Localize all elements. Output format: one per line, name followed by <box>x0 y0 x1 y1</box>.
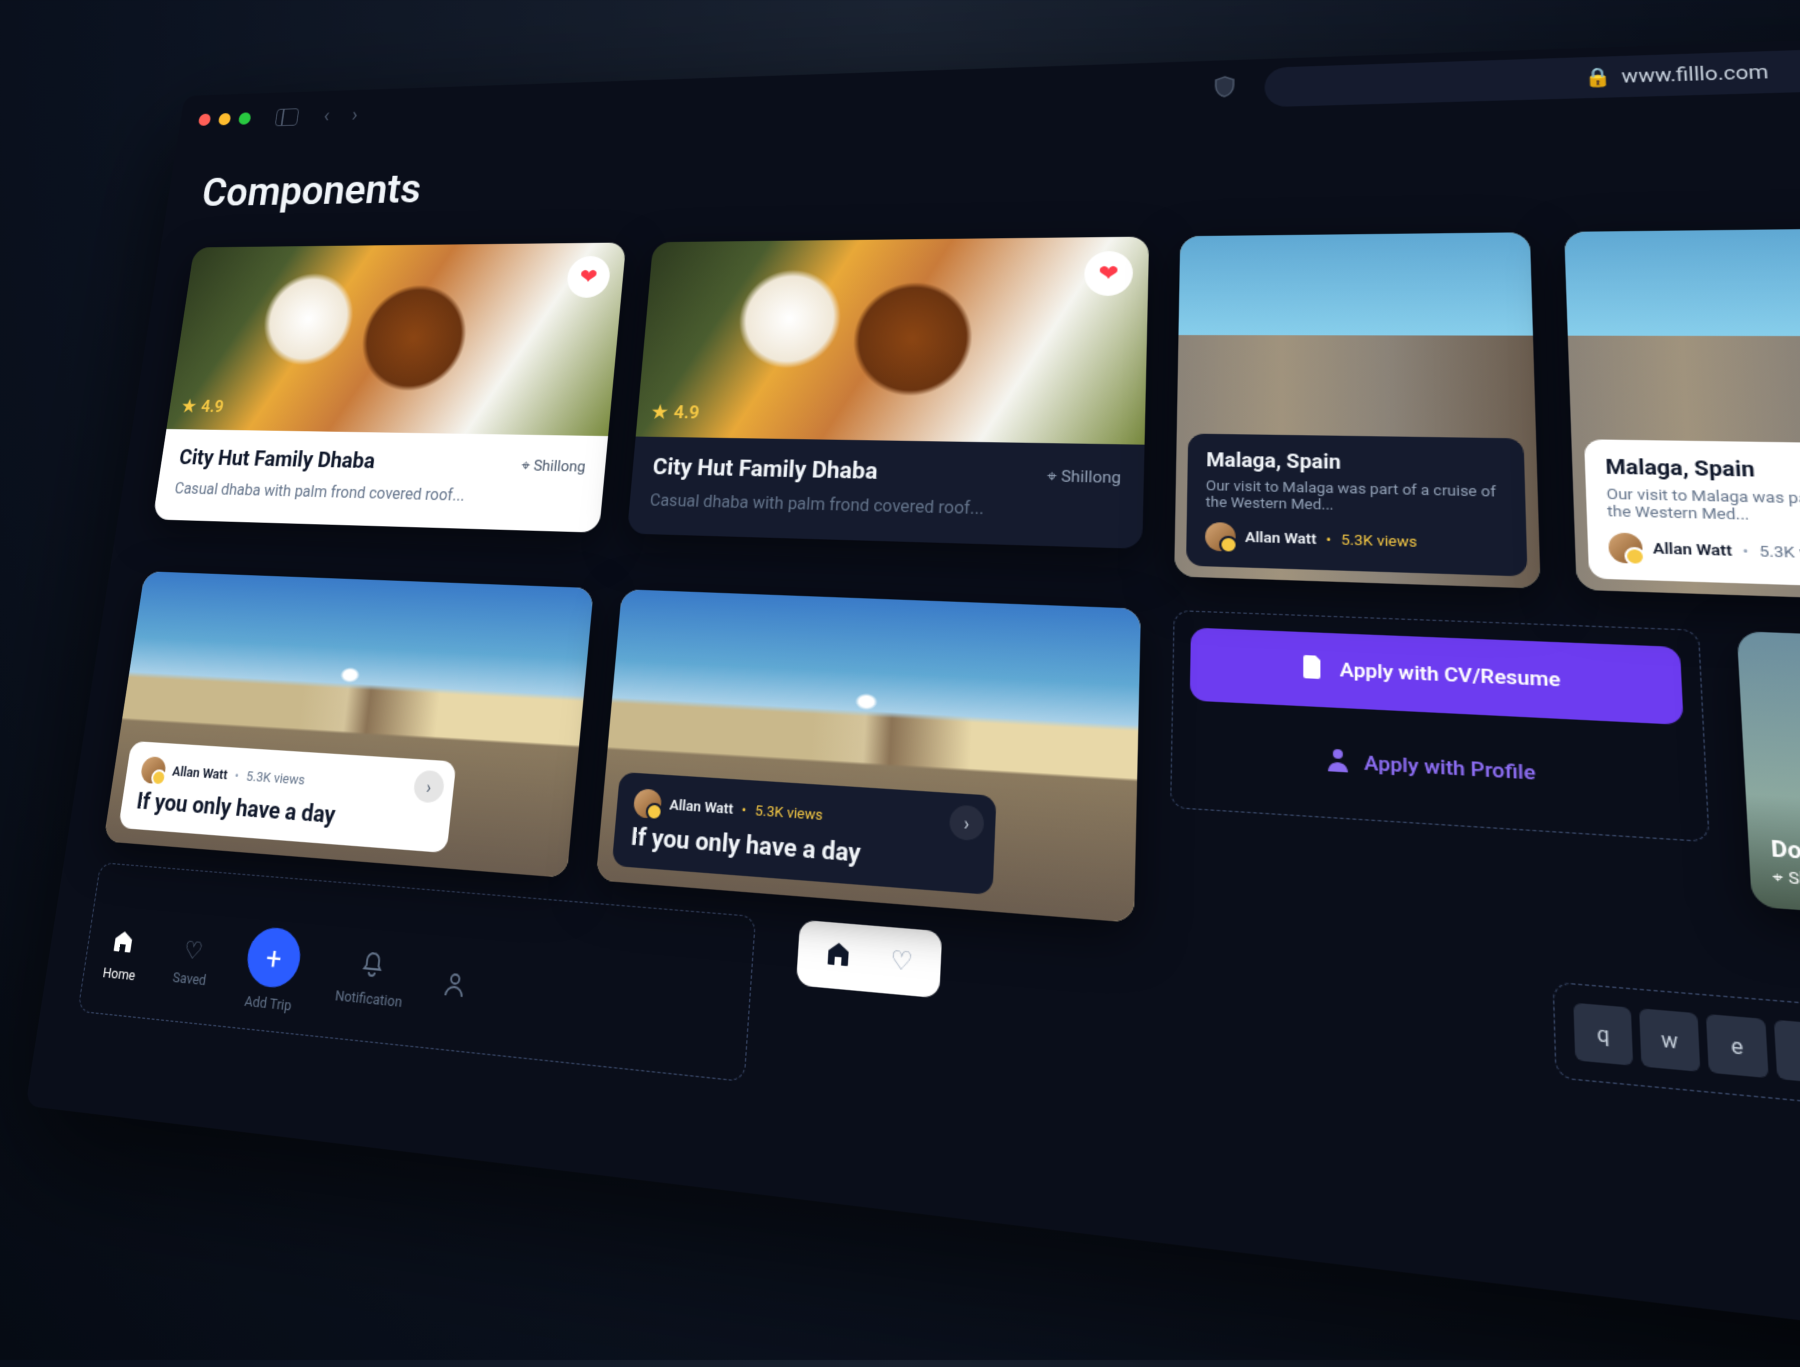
close-icon[interactable] <box>198 114 211 126</box>
star-icon: ★ <box>651 402 669 423</box>
tab-label: Add Trip <box>243 994 292 1015</box>
key-r[interactable]: r <box>1774 1020 1800 1085</box>
tabbar-dashed-container: Home ♡ Saved + Add Trip <box>77 862 756 1082</box>
bottom-tabbar: Home ♡ Saved + Add Trip <box>99 913 729 1059</box>
key-w[interactable]: w <box>1639 1008 1700 1072</box>
url-text: www.filllo.com <box>1621 61 1769 87</box>
shield-icon[interactable] <box>1213 76 1235 102</box>
star-icon: ★ <box>181 397 198 417</box>
button-label: Apply with Profile <box>1364 752 1536 786</box>
url-bar[interactable]: 🔒 www.filllo.com <box>1264 39 1800 107</box>
plus-icon: + <box>244 926 304 990</box>
wide-card-dark[interactable]: › Allan Watt • 5.3K views If you only ha… <box>596 589 1141 923</box>
author-name: Allan Watt <box>669 797 734 818</box>
tab-saved[interactable]: ♡ Saved <box>172 936 212 989</box>
card-title: Don Bosco <box>1770 836 1800 871</box>
wide-card-light[interactable]: › Allan Watt • 5.3K views If you only ha… <box>103 571 593 878</box>
pin-icon: ⌖ <box>1047 466 1057 485</box>
rating-value: 4.9 <box>200 397 225 417</box>
tab-home[interactable]: Home <box>102 927 142 985</box>
don-bosco-card[interactable]: Don Bosco ⌖ Shillong <box>1737 631 1800 931</box>
spain-card-dark[interactable]: Malaga, Spain Our visit to Malaga was pa… <box>1174 232 1540 588</box>
keyboard-row: qwertyuiop <box>1573 1003 1800 1125</box>
views: 5.3K views <box>1341 532 1417 551</box>
card-location: ⌖ Shillong <box>1047 466 1122 487</box>
tab-label: Notification <box>334 988 403 1011</box>
browser-window: ‹ › 🔒 www.filllo.com ↻ Components ❤ <box>25 26 1800 1367</box>
rating-value: 4.9 <box>673 402 700 423</box>
card-overlay: Malaga, Spain Our visit to Malaga was pa… <box>1186 434 1527 577</box>
maximize-icon[interactable] <box>238 112 252 124</box>
page-content: Components ❤ ★ 4.9 City Hut Family Dhaba <box>36 90 1800 1301</box>
apply-profile-button[interactable]: Apply with Profile <box>1188 717 1688 822</box>
bullet: • <box>1326 531 1331 548</box>
author-name: Allan Watt <box>171 764 228 783</box>
pin-icon: ⌖ <box>1772 868 1783 888</box>
card-title: City Hut Family Dhaba <box>652 455 879 485</box>
tabbar-light: ♡ <box>796 920 942 999</box>
button-group-dashed: Apply with CV/Resume Apply with Profile <box>1170 610 1710 842</box>
avatar <box>633 788 663 819</box>
card-title: City Hut Family Dhaba <box>178 446 377 474</box>
author-name: Allan Watt <box>1245 529 1316 548</box>
sidebar-toggle-icon[interactable] <box>275 108 300 126</box>
tab-label: Home <box>102 965 137 984</box>
forward-icon[interactable]: › <box>344 104 367 126</box>
card-overlay: Malaga, Spain Our visit to Malaga was pa… <box>1584 439 1800 590</box>
document-icon <box>1301 653 1325 685</box>
food-image: ❤ ★ 4.9 <box>636 237 1149 445</box>
author-name: Allan Watt <box>1653 540 1733 560</box>
card-desc: Our visit to Malaga was part of a cruise… <box>1606 486 1800 529</box>
bell-icon <box>359 950 385 985</box>
page-title: Components <box>199 125 1800 216</box>
traffic-lights <box>198 112 252 126</box>
views: 5.3K views <box>1759 543 1800 563</box>
bullet: • <box>234 768 240 784</box>
bullet: • <box>1742 542 1749 560</box>
tab-add-trip[interactable]: + Add Trip <box>241 926 304 1016</box>
card-desc: Casual dhaba with palm frond covered roo… <box>173 477 583 510</box>
tab-label: Saved <box>172 969 207 989</box>
keyboard-dashed-container: qwertyuiop <box>1552 982 1800 1150</box>
button-label: Apply with CV/Resume <box>1340 659 1561 692</box>
heart-outline-icon: ♡ <box>182 937 204 966</box>
avatar <box>1608 532 1643 563</box>
card-desc: Casual dhaba with palm frond covered roo… <box>649 488 1121 524</box>
spain-card-light[interactable]: Malaga, Spain Our visit to Malaga was pa… <box>1564 227 1800 603</box>
tab-profile[interactable] <box>443 971 467 1005</box>
rating-badge: ★ 4.9 <box>181 397 225 417</box>
food-image: ❤ ★ 4.9 <box>166 243 626 437</box>
card-location: ⌖ Shillong <box>521 456 587 475</box>
card-title: Malaga, Spain <box>1605 455 1800 485</box>
key-e[interactable]: e <box>1706 1014 1769 1078</box>
card-title: Malaga, Spain <box>1206 449 1505 478</box>
bullet: • <box>741 802 747 819</box>
minimize-icon[interactable] <box>218 113 232 125</box>
heart-outline-icon[interactable]: ♡ <box>890 946 914 978</box>
pin-icon: ⌖ <box>521 456 531 474</box>
heart-icon[interactable]: ❤ <box>566 256 612 298</box>
home-icon <box>110 927 137 961</box>
apply-cv-button[interactable]: Apply with CV/Resume <box>1190 628 1684 725</box>
heart-icon[interactable]: ❤ <box>1084 251 1134 296</box>
card-desc: Our visit to Malaga was part of a cruise… <box>1206 478 1506 518</box>
avatar <box>140 756 167 784</box>
food-card-light[interactable]: ❤ ★ 4.9 City Hut Family Dhaba ⌖ Shillong <box>153 243 627 533</box>
home-icon[interactable] <box>824 938 853 973</box>
views: 5.3K views <box>245 769 306 789</box>
user-icon <box>443 971 467 1005</box>
views: 5.3K views <box>754 802 823 823</box>
back-icon[interactable]: ‹ <box>315 105 337 127</box>
lock-icon: 🔒 <box>1584 66 1612 88</box>
rating-badge: ★ 4.9 <box>651 402 700 424</box>
food-card-dark[interactable]: ❤ ★ 4.9 City Hut Family Dhaba ⌖ Shillong <box>627 237 1149 549</box>
user-icon <box>1327 747 1350 778</box>
key-q[interactable]: q <box>1573 1003 1633 1066</box>
tab-notification[interactable]: Notification <box>334 948 407 1011</box>
avatar <box>1205 522 1236 552</box>
